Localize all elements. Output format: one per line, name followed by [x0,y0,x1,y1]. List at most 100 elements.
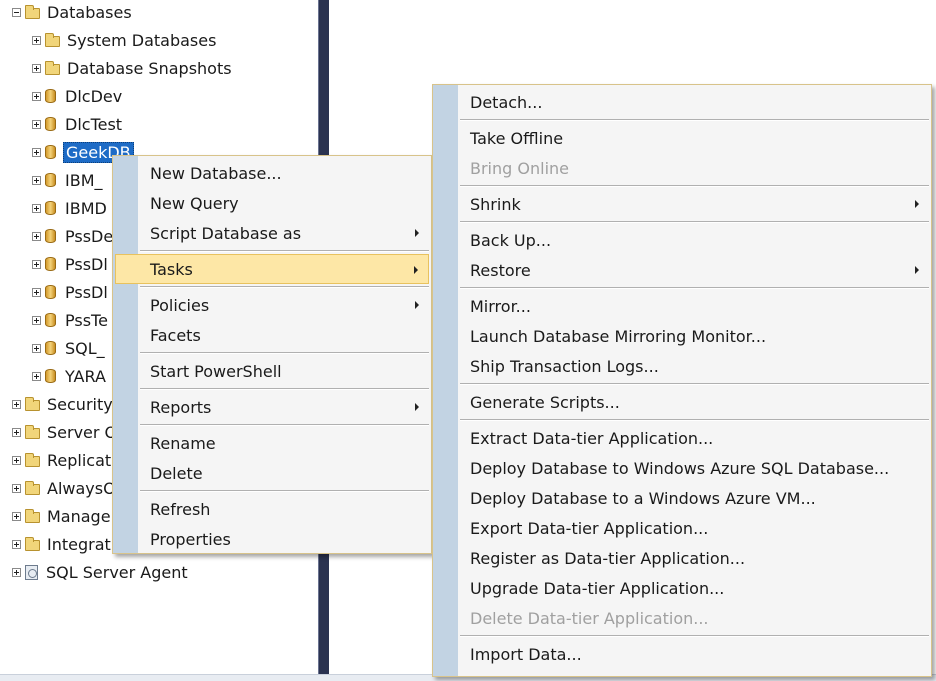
submenu-item-launch-mirroring-monitor[interactable]: Launch Database Mirroring Monitor... [433,321,929,351]
tree-node-label: Security [47,394,113,414]
menu-item-delete[interactable]: Delete [113,458,429,488]
tree-node-database-snapshots[interactable]: Database Snapshots [32,54,234,82]
expand-icon[interactable] [32,231,41,241]
tree-node-management[interactable]: Manage [12,502,113,530]
database-icon [45,369,56,383]
menu-item-new-database[interactable]: New Database... [113,158,429,188]
folder-icon [45,61,60,75]
menu-separator [460,635,929,637]
expand-icon[interactable] [32,343,41,353]
tree-node-sql[interactable]: SQL_ [32,334,107,362]
tree-node-label: IBMD [65,198,107,218]
menu-separator [140,490,429,492]
tree-node-server-objects[interactable]: Server O [12,418,119,446]
expand-icon[interactable] [32,63,41,73]
tree-node-pssdl-2[interactable]: PssDl [32,278,110,306]
expand-icon[interactable] [12,455,21,465]
menu-item-rename[interactable]: Rename [113,428,429,458]
expand-icon[interactable] [32,35,41,45]
menu-item-facets[interactable]: Facets [113,320,429,350]
tree-node-alwayson[interactable]: AlwaysO [12,474,118,502]
menu-item-label: Bring Online [470,158,569,178]
database-icon [45,117,56,131]
submenu-item-delete-data-tier: Delete Data-tier Application... [433,603,929,633]
tree-node-pssde[interactable]: PssDe [32,222,115,250]
tree-node-label: PssTe [65,310,108,330]
expand-icon[interactable] [12,567,21,577]
tree-node-pssdl-1[interactable]: PssDl [32,250,110,278]
tree-node-replication[interactable]: Replicati [12,446,118,474]
menu-item-label: Import Data... [470,644,582,664]
database-icon [45,89,56,103]
expand-icon[interactable] [32,91,41,101]
submenu-item-back-up[interactable]: Back Up... [433,225,929,255]
menu-item-label: Refresh [150,499,211,519]
menu-item-properties[interactable]: Properties [113,524,429,554]
tree-node-ibm[interactable]: IBM_ [32,166,105,194]
menu-item-label: Restore [470,260,531,280]
database-icon [45,313,56,327]
menu-separator [460,221,929,223]
expand-icon[interactable] [32,119,41,129]
expand-icon[interactable] [32,147,41,157]
submenu-item-generate-scripts[interactable]: Generate Scripts... [433,387,929,417]
tree-node-sql-server-agent[interactable]: SQL Server Agent [12,558,190,586]
folder-icon [25,509,40,523]
submenu-item-restore[interactable]: Restore [433,255,929,285]
submenu-item-detach[interactable]: Detach... [433,87,929,117]
tree-node-dlctest[interactable]: DlcTest [32,110,124,138]
expand-icon[interactable] [12,511,21,521]
expand-icon[interactable] [32,315,41,325]
menu-separator [140,424,429,426]
menu-item-label: Tasks [150,259,193,279]
expand-icon[interactable] [32,259,41,269]
expand-icon[interactable] [12,427,21,437]
submenu-item-upgrade-data-tier[interactable]: Upgrade Data-tier Application... [433,573,929,603]
menu-item-label: New Query [150,193,239,213]
expand-icon[interactable] [32,175,41,185]
database-icon [45,341,56,355]
submenu-item-extract-data-tier[interactable]: Extract Data-tier Application... [433,423,929,453]
menu-item-label: Reports [150,397,212,417]
menu-item-policies[interactable]: Policies [113,290,429,320]
menu-separator [140,388,429,390]
folder-icon [25,537,40,551]
tree-node-label: Database Snapshots [67,58,232,78]
menu-item-label: Script Database as [150,223,302,243]
menu-item-reports[interactable]: Reports [113,392,429,422]
menu-item-tasks[interactable]: Tasks [115,254,429,284]
submenu-item-deploy-azure-vm[interactable]: Deploy Database to a Windows Azure VM... [433,483,929,513]
tree-node-security[interactable]: Security [12,390,115,418]
menu-separator [140,250,429,252]
expand-icon[interactable] [12,539,21,549]
menu-item-new-query[interactable]: New Query [113,188,429,218]
expand-icon[interactable] [12,399,21,409]
database-icon [45,201,56,215]
tree-node-yara[interactable]: YARA [32,362,108,390]
tree-node-databases[interactable]: Databases [12,0,134,26]
submenu-arrow-icon [415,229,419,237]
tree-node-psste[interactable]: PssTe [32,306,110,334]
submenu-item-deploy-azure-sql[interactable]: Deploy Database to Windows Azure SQL Dat… [433,453,929,483]
tree-node-ibmd[interactable]: IBMD [32,194,109,222]
menu-item-script-database-as[interactable]: Script Database as [113,218,429,248]
expand-icon[interactable] [32,371,41,381]
submenu-item-import-data[interactable]: Import Data... [433,639,929,669]
expand-icon[interactable] [12,483,21,493]
expand-icon[interactable] [32,287,41,297]
collapse-icon[interactable] [12,7,21,17]
menu-separator [460,185,929,187]
submenu-item-ship-transaction-logs[interactable]: Ship Transaction Logs... [433,351,929,381]
tree-node-dlcdev[interactable]: DlcDev [32,82,124,110]
submenu-item-register-data-tier[interactable]: Register as Data-tier Application... [433,543,929,573]
submenu-item-shrink[interactable]: Shrink [433,189,929,219]
tree-node-system-databases[interactable]: System Databases [32,26,218,54]
submenu-arrow-icon [415,403,419,411]
submenu-item-mirror[interactable]: Mirror... [433,291,929,321]
tree-node-integration[interactable]: Integrat [12,530,113,558]
submenu-item-export-data-tier[interactable]: Export Data-tier Application... [433,513,929,543]
menu-item-refresh[interactable]: Refresh [113,494,429,524]
expand-icon[interactable] [32,203,41,213]
submenu-item-take-offline[interactable]: Take Offline [433,123,929,153]
menu-item-start-powershell[interactable]: Start PowerShell [113,356,429,386]
